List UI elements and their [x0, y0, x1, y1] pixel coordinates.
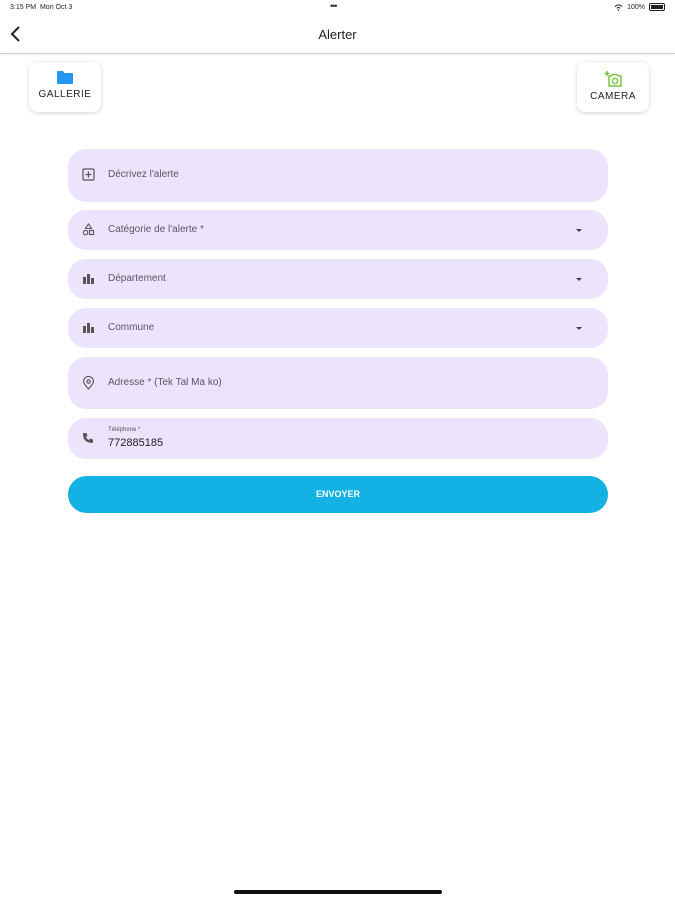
commune-select[interactable]: Commune: [68, 308, 608, 348]
app-bar: Alerter: [0, 16, 675, 54]
dropdown-arrow-icon: [576, 229, 582, 232]
wifi-icon: [614, 3, 623, 11]
dropdown-arrow-icon: [576, 327, 582, 330]
phone-icon: [83, 433, 93, 443]
phone-label: Téléphone *: [108, 427, 141, 433]
add-photo-icon: [604, 71, 622, 87]
buildings-icon: [83, 323, 94, 333]
description-field[interactable]: Décrivez l'alerte: [68, 149, 608, 202]
description-placeholder: Décrivez l'alerte: [108, 169, 179, 180]
buildings-icon: [83, 274, 94, 284]
add-box-icon: [82, 168, 95, 181]
gallery-button[interactable]: GALLERIE: [29, 62, 101, 112]
dropdown-arrow-icon: [576, 278, 582, 281]
department-select[interactable]: Département: [68, 259, 608, 299]
battery-percent: 100%: [627, 3, 645, 11]
address-placeholder: Adresse * (Tek Tal Ma ko): [108, 377, 222, 388]
category-placeholder: Catégorie de l'alerte *: [108, 224, 204, 235]
category-icon: [82, 223, 95, 236]
submit-button[interactable]: ENVOYER: [68, 476, 608, 513]
camera-label: CAMERA: [590, 91, 636, 102]
multitasking-dots[interactable]: •••: [330, 1, 338, 11]
camera-button[interactable]: CAMERA: [577, 62, 649, 112]
phone-value: 772885185: [108, 437, 164, 449]
phone-field[interactable]: Téléphone * 772885185: [68, 418, 608, 459]
commune-placeholder: Commune: [108, 322, 155, 333]
category-select[interactable]: Catégorie de l'alerte *: [68, 210, 608, 250]
status-indicators: 100%: [614, 3, 665, 11]
status-time: 3:15 PM Mon Oct 3: [10, 4, 73, 11]
department-placeholder: Département: [108, 273, 166, 284]
address-field[interactable]: Adresse * (Tek Tal Ma ko): [68, 357, 608, 409]
battery-icon: [649, 3, 665, 11]
gallery-label: GALLERIE: [38, 89, 92, 100]
location-icon: [82, 376, 95, 390]
folder-icon: [57, 71, 73, 84]
home-indicator[interactable]: [234, 890, 442, 894]
status-bar: 3:15 PM Mon Oct 3 ••• 100%: [0, 0, 675, 16]
page-title: Alerter: [318, 27, 357, 42]
